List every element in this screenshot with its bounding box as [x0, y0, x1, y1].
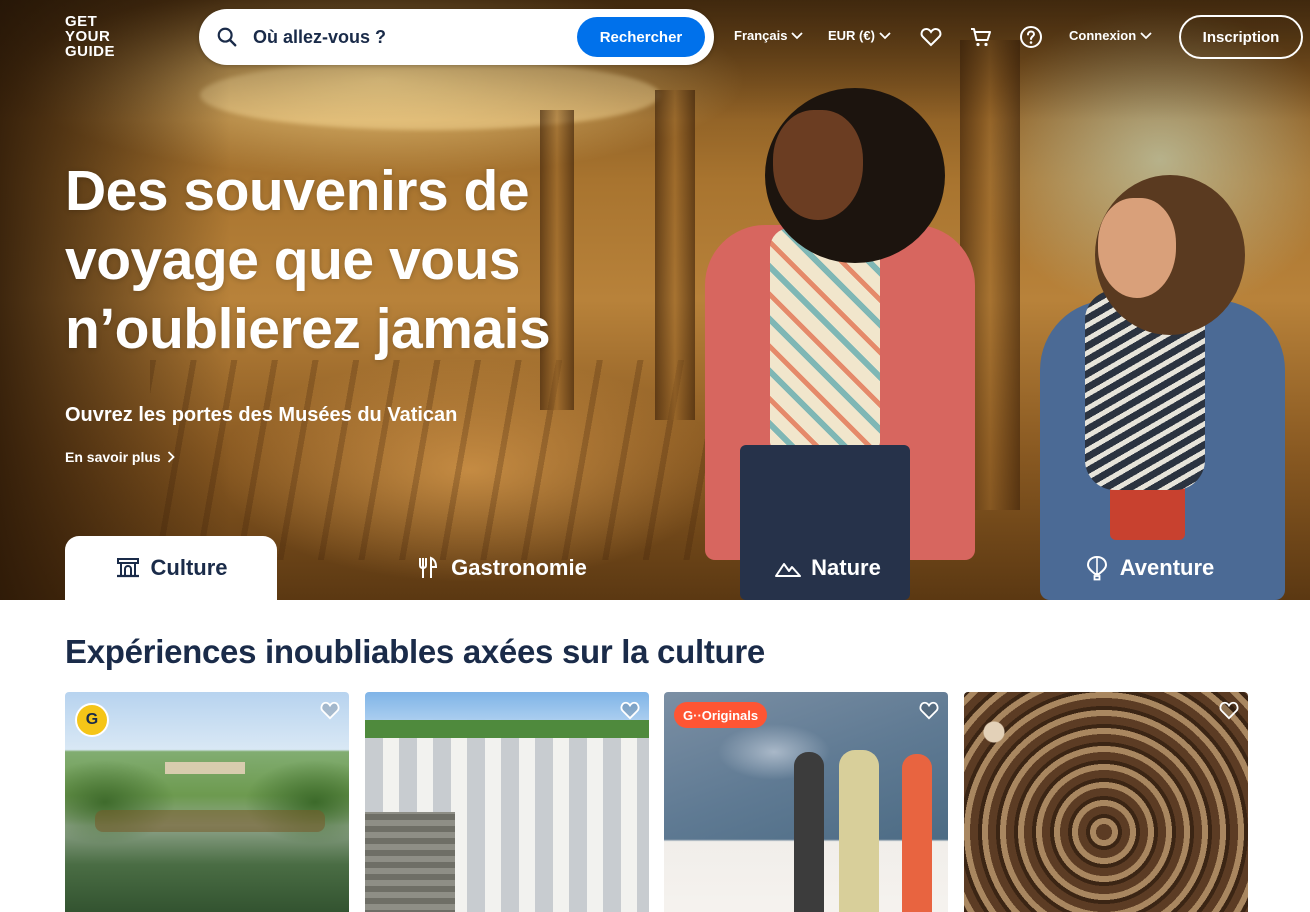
fork-knife-icon	[419, 556, 438, 578]
heart-icon[interactable]	[919, 25, 943, 49]
cart-icon[interactable]	[969, 25, 993, 49]
heart-icon[interactable]	[619, 700, 641, 720]
search-bar: Rechercher	[199, 9, 714, 65]
signup-button[interactable]: Inscription	[1179, 15, 1303, 59]
tab-label: Nature	[811, 555, 881, 580]
hero-floor	[150, 360, 710, 560]
language-label: Français	[734, 28, 788, 43]
chevron-down-icon	[791, 31, 804, 39]
tab-nature[interactable]: Nature	[722, 536, 934, 600]
visitor-shape	[794, 752, 824, 912]
person-face	[1098, 198, 1176, 298]
search-input[interactable]	[253, 21, 553, 53]
section-title: Expériences inoubliables axées sur la cu…	[65, 633, 765, 670]
trullo-roof-shape	[365, 812, 455, 912]
learn-more-link[interactable]: En savoir plus	[65, 449, 175, 465]
currency-label: EUR (€)	[828, 28, 875, 43]
hero-subline: Ouvrez les portes des Musées du Vatican	[65, 404, 458, 426]
tab-label: Aventure	[1119, 555, 1215, 580]
hero-pillar	[655, 90, 695, 420]
tab-adventure[interactable]: Aventure	[1043, 536, 1255, 600]
fountain-shape	[95, 810, 325, 832]
currency-selector[interactable]: EUR (€)	[828, 28, 891, 43]
tab-label: Culture	[150, 555, 228, 580]
logo-line: GUIDE	[65, 43, 116, 60]
activity-card[interactable]: G··Originals	[664, 692, 948, 912]
visitor-shape	[902, 754, 932, 912]
logo-line: YOUR	[65, 28, 111, 45]
heart-icon[interactable]	[1218, 700, 1240, 720]
tab-culture[interactable]: Culture	[65, 536, 277, 600]
visitor-shape	[839, 750, 879, 912]
tab-gastronomy[interactable]: Gastronomie	[395, 536, 607, 600]
hero-headline: Des souvenirs de voyage que vous n’oubli…	[65, 159, 551, 361]
learn-more-label: En savoir plus	[65, 449, 161, 465]
palace-shape	[165, 762, 245, 774]
search-icon	[217, 27, 237, 47]
mountain-icon	[775, 563, 802, 577]
login-menu[interactable]: Connexion	[1069, 28, 1152, 43]
help-icon[interactable]	[1019, 25, 1043, 49]
trees-shape	[365, 720, 649, 738]
originals-badge: G··Originals	[674, 702, 768, 728]
chevron-down-icon	[1140, 31, 1152, 39]
person-face	[773, 110, 863, 220]
heart-icon[interactable]	[918, 700, 940, 720]
chevron-right-icon	[167, 451, 175, 463]
activity-card[interactable]	[365, 692, 649, 912]
login-label: Connexion	[1069, 28, 1137, 43]
museum-icon	[116, 558, 139, 578]
activity-card[interactable]: G	[65, 692, 349, 912]
balloon-icon	[1086, 555, 1107, 581]
heart-icon[interactable]	[319, 700, 341, 720]
search-button[interactable]: Rechercher	[577, 17, 705, 57]
badge-icon: G	[75, 703, 109, 737]
tab-label: Gastronomie	[451, 555, 587, 580]
chevron-down-icon	[879, 31, 891, 39]
logo-line: GET	[65, 13, 98, 30]
language-selector[interactable]: Français	[734, 28, 804, 43]
activity-card[interactable]	[964, 692, 1248, 912]
brand-logo[interactable]: GET YOUR GUIDE	[65, 14, 125, 59]
